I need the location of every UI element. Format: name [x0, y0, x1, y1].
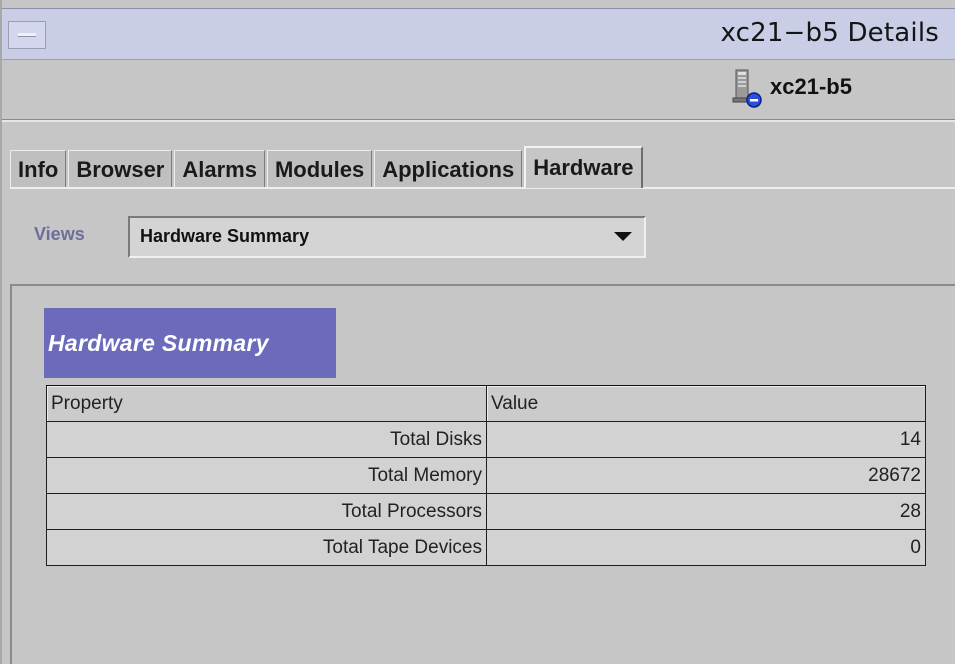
tab-applications[interactable]: Applications	[374, 150, 523, 188]
property-cell: Total Processors	[46, 493, 487, 530]
value-cell: 28672	[486, 457, 926, 494]
views-dropdown[interactable]: Hardware Summary	[128, 216, 646, 258]
tab-hardware[interactable]: Hardware	[524, 146, 643, 188]
property-cell: Total Memory	[46, 457, 487, 494]
table-row[interactable]: Total Processors 28	[46, 493, 926, 530]
table-header-row: Property Value	[46, 385, 926, 422]
views-label: Views	[34, 224, 85, 244]
window-titlebar[interactable]: xc21−b5 Details	[2, 8, 955, 60]
tab-alarms[interactable]: Alarms	[174, 150, 265, 188]
table-row[interactable]: Total Memory 28672	[46, 457, 926, 494]
tab-divider	[10, 187, 955, 189]
host-name: xc21-b5	[770, 74, 852, 99]
value-cell: 14	[486, 421, 926, 458]
host-header: xc21-b5	[2, 60, 955, 122]
window-menu-icon	[18, 33, 36, 37]
value-cell: 28	[486, 493, 926, 530]
section-title: Hardware Summary	[48, 329, 269, 356]
table-row[interactable]: Total Tape Devices 0	[46, 529, 926, 566]
host-server-icon	[732, 69, 762, 108]
content-panel: Hardware Summary Property Value Total Di…	[10, 284, 955, 664]
tab-info[interactable]: Info	[10, 150, 67, 188]
window-menu-button[interactable]	[8, 21, 46, 49]
tab-modules[interactable]: Modules	[266, 150, 373, 188]
property-cell: Total Tape Devices	[46, 529, 487, 566]
tab-browser[interactable]: Browser	[68, 150, 173, 188]
property-cell: Total Disks	[46, 421, 487, 458]
column-header-value[interactable]: Value	[486, 385, 926, 422]
hardware-summary-table: Property Value Total Disks 14 Total Memo…	[46, 385, 926, 566]
table-row[interactable]: Total Disks 14	[46, 421, 926, 458]
chevron-down-icon	[614, 232, 632, 241]
column-header-property[interactable]: Property	[46, 385, 487, 422]
window-title: xc21−b5 Details	[720, 18, 939, 48]
details-window: xc21−b5 Details xc21-b5 Info Browser Ala…	[0, 0, 955, 664]
tab-bar: Info Browser Alarms Modules Applications…	[10, 146, 645, 188]
views-selected-value: Hardware Summary	[140, 226, 310, 246]
section-header: Hardware Summary	[44, 308, 336, 378]
value-cell: 0	[486, 529, 926, 566]
